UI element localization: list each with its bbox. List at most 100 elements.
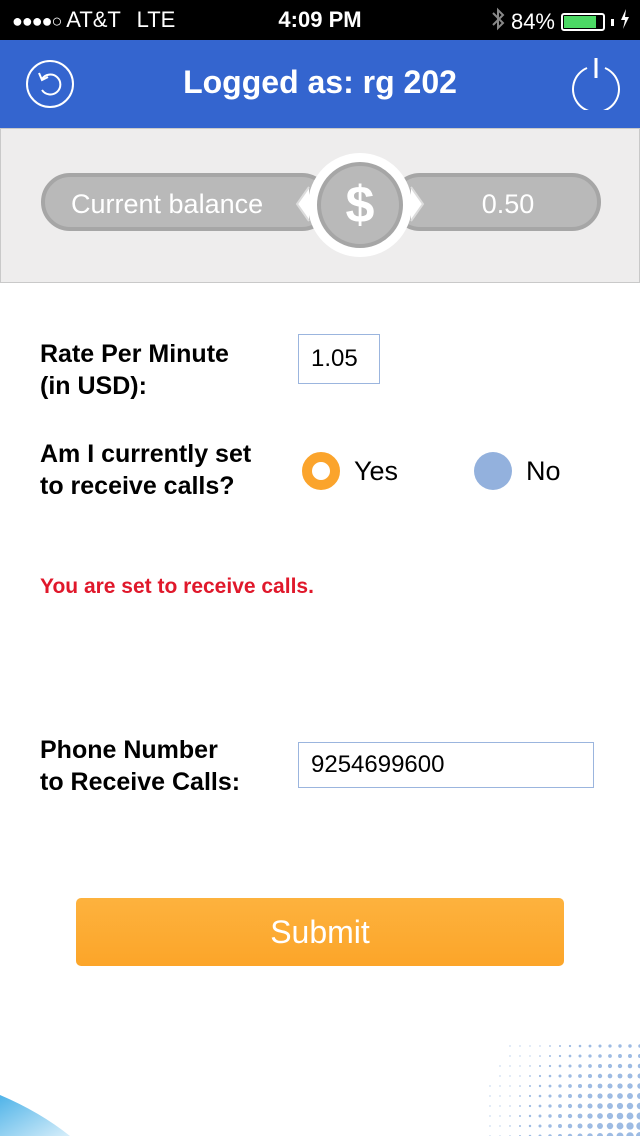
decor-dot (549, 1045, 551, 1047)
decor-dot (509, 1105, 511, 1107)
decor-dot (597, 1123, 603, 1129)
decor-dot (597, 1113, 603, 1119)
decor-dot (626, 1122, 634, 1130)
decor-dot (499, 1085, 501, 1087)
decor-dot (618, 1054, 622, 1058)
decor-dot (588, 1044, 592, 1048)
decor-dot (509, 1085, 511, 1087)
decor-dot (607, 1103, 613, 1109)
decor-dot (548, 1084, 552, 1088)
decor-dot (519, 1055, 521, 1057)
decor-dot (548, 1114, 552, 1118)
decor-dot (489, 1115, 491, 1117)
decor-dot (548, 1074, 552, 1078)
decor-dot (567, 1113, 573, 1119)
decor-dot (548, 1064, 552, 1068)
decor-dot (528, 1094, 532, 1098)
decor-dot (588, 1054, 592, 1058)
decor-dot (587, 1083, 593, 1089)
decor-dot (567, 1103, 573, 1109)
decor-dot (519, 1085, 521, 1087)
battery-fill (564, 16, 596, 28)
decor-dot (597, 1103, 603, 1109)
radio-no[interactable]: No (474, 452, 561, 490)
decor-dot (616, 1132, 624, 1136)
decor-dot (598, 1054, 602, 1058)
decor-dot (499, 1125, 501, 1127)
decor-dot (519, 1075, 521, 1077)
decor-dot (558, 1104, 562, 1108)
rate-label-line1: Rate Per Minute (40, 340, 229, 368)
radio-no-indicator[interactable] (474, 452, 512, 490)
decor-dot (509, 1115, 511, 1117)
decor-dot (558, 1054, 562, 1058)
battery-tip (611, 18, 614, 26)
bluetooth-icon (491, 7, 505, 37)
decor-dot (558, 1064, 562, 1068)
decor-dot (509, 1045, 511, 1047)
phone-label-line2: to Receive Calls: (40, 768, 241, 796)
logout-button[interactable] (570, 56, 620, 114)
decor-dot (539, 1065, 541, 1067)
receive-label-line2: to receive calls? (40, 472, 235, 500)
decor-dot (519, 1125, 521, 1127)
decor-dot (617, 1083, 623, 1089)
decor-dot (558, 1124, 562, 1128)
phone-input[interactable] (298, 742, 594, 788)
decor-dot (568, 1084, 572, 1088)
decor-dot (509, 1055, 511, 1057)
decor-dot (489, 1105, 491, 1107)
decor-dot (606, 1112, 614, 1120)
dot-pattern (489, 1044, 640, 1136)
decor-dot (529, 1065, 531, 1067)
charging-icon (620, 9, 630, 35)
decor-dot (578, 1054, 582, 1058)
decor-dot (519, 1105, 521, 1107)
decor-dot (529, 1085, 531, 1087)
decor-dot (626, 1102, 634, 1110)
decor-dot (597, 1073, 603, 1079)
decor-dot (578, 1064, 582, 1068)
decor-dot (606, 1122, 614, 1130)
decor-dot (607, 1093, 613, 1099)
decor-dot (499, 1095, 501, 1097)
decor-dot (519, 1045, 521, 1047)
decor-dot (588, 1064, 592, 1068)
decor-dot (548, 1124, 552, 1128)
battery-percent: 84% (510, 9, 555, 34)
decor-dot (538, 1074, 542, 1078)
decor-dot (528, 1124, 532, 1128)
radio-yes-indicator[interactable] (302, 452, 340, 490)
decor-dot (538, 1114, 542, 1118)
phone-label: Phone Number to Receive Calls: (40, 734, 240, 798)
submit-button[interactable]: Submit (76, 898, 564, 966)
decor-dot (568, 1044, 572, 1048)
decor-dot (577, 1083, 583, 1089)
decor-dot (558, 1094, 562, 1098)
radio-yes[interactable]: Yes (302, 452, 398, 490)
decor-dot (568, 1064, 572, 1068)
decor-dot (607, 1063, 613, 1069)
decor-dot (617, 1093, 623, 1099)
decor-dot (539, 1055, 541, 1057)
decor-dot (616, 1122, 624, 1130)
decor-dot (539, 1045, 541, 1047)
decor-dot (626, 1132, 634, 1136)
rate-input[interactable] (298, 334, 380, 384)
decor-dot (548, 1104, 552, 1108)
rate-label: Rate Per Minute (in USD): (40, 338, 229, 402)
power-icon (572, 58, 620, 114)
decor-dot (627, 1093, 633, 1099)
decor-dot (549, 1055, 551, 1057)
decor-dot (568, 1054, 572, 1058)
balance-label-pill: Current balance (41, 173, 331, 231)
dollar-icon: $ (317, 162, 403, 248)
decor-dot (587, 1103, 593, 1109)
decor-dot (616, 1102, 624, 1110)
decor-dot (587, 1123, 593, 1129)
decor-dot (528, 1114, 532, 1118)
decor-dot (616, 1112, 624, 1120)
rate-label-line2: (in USD): (40, 372, 147, 400)
decor-dot (627, 1083, 633, 1089)
header-bar: Logged as: rg 202 (0, 40, 640, 128)
